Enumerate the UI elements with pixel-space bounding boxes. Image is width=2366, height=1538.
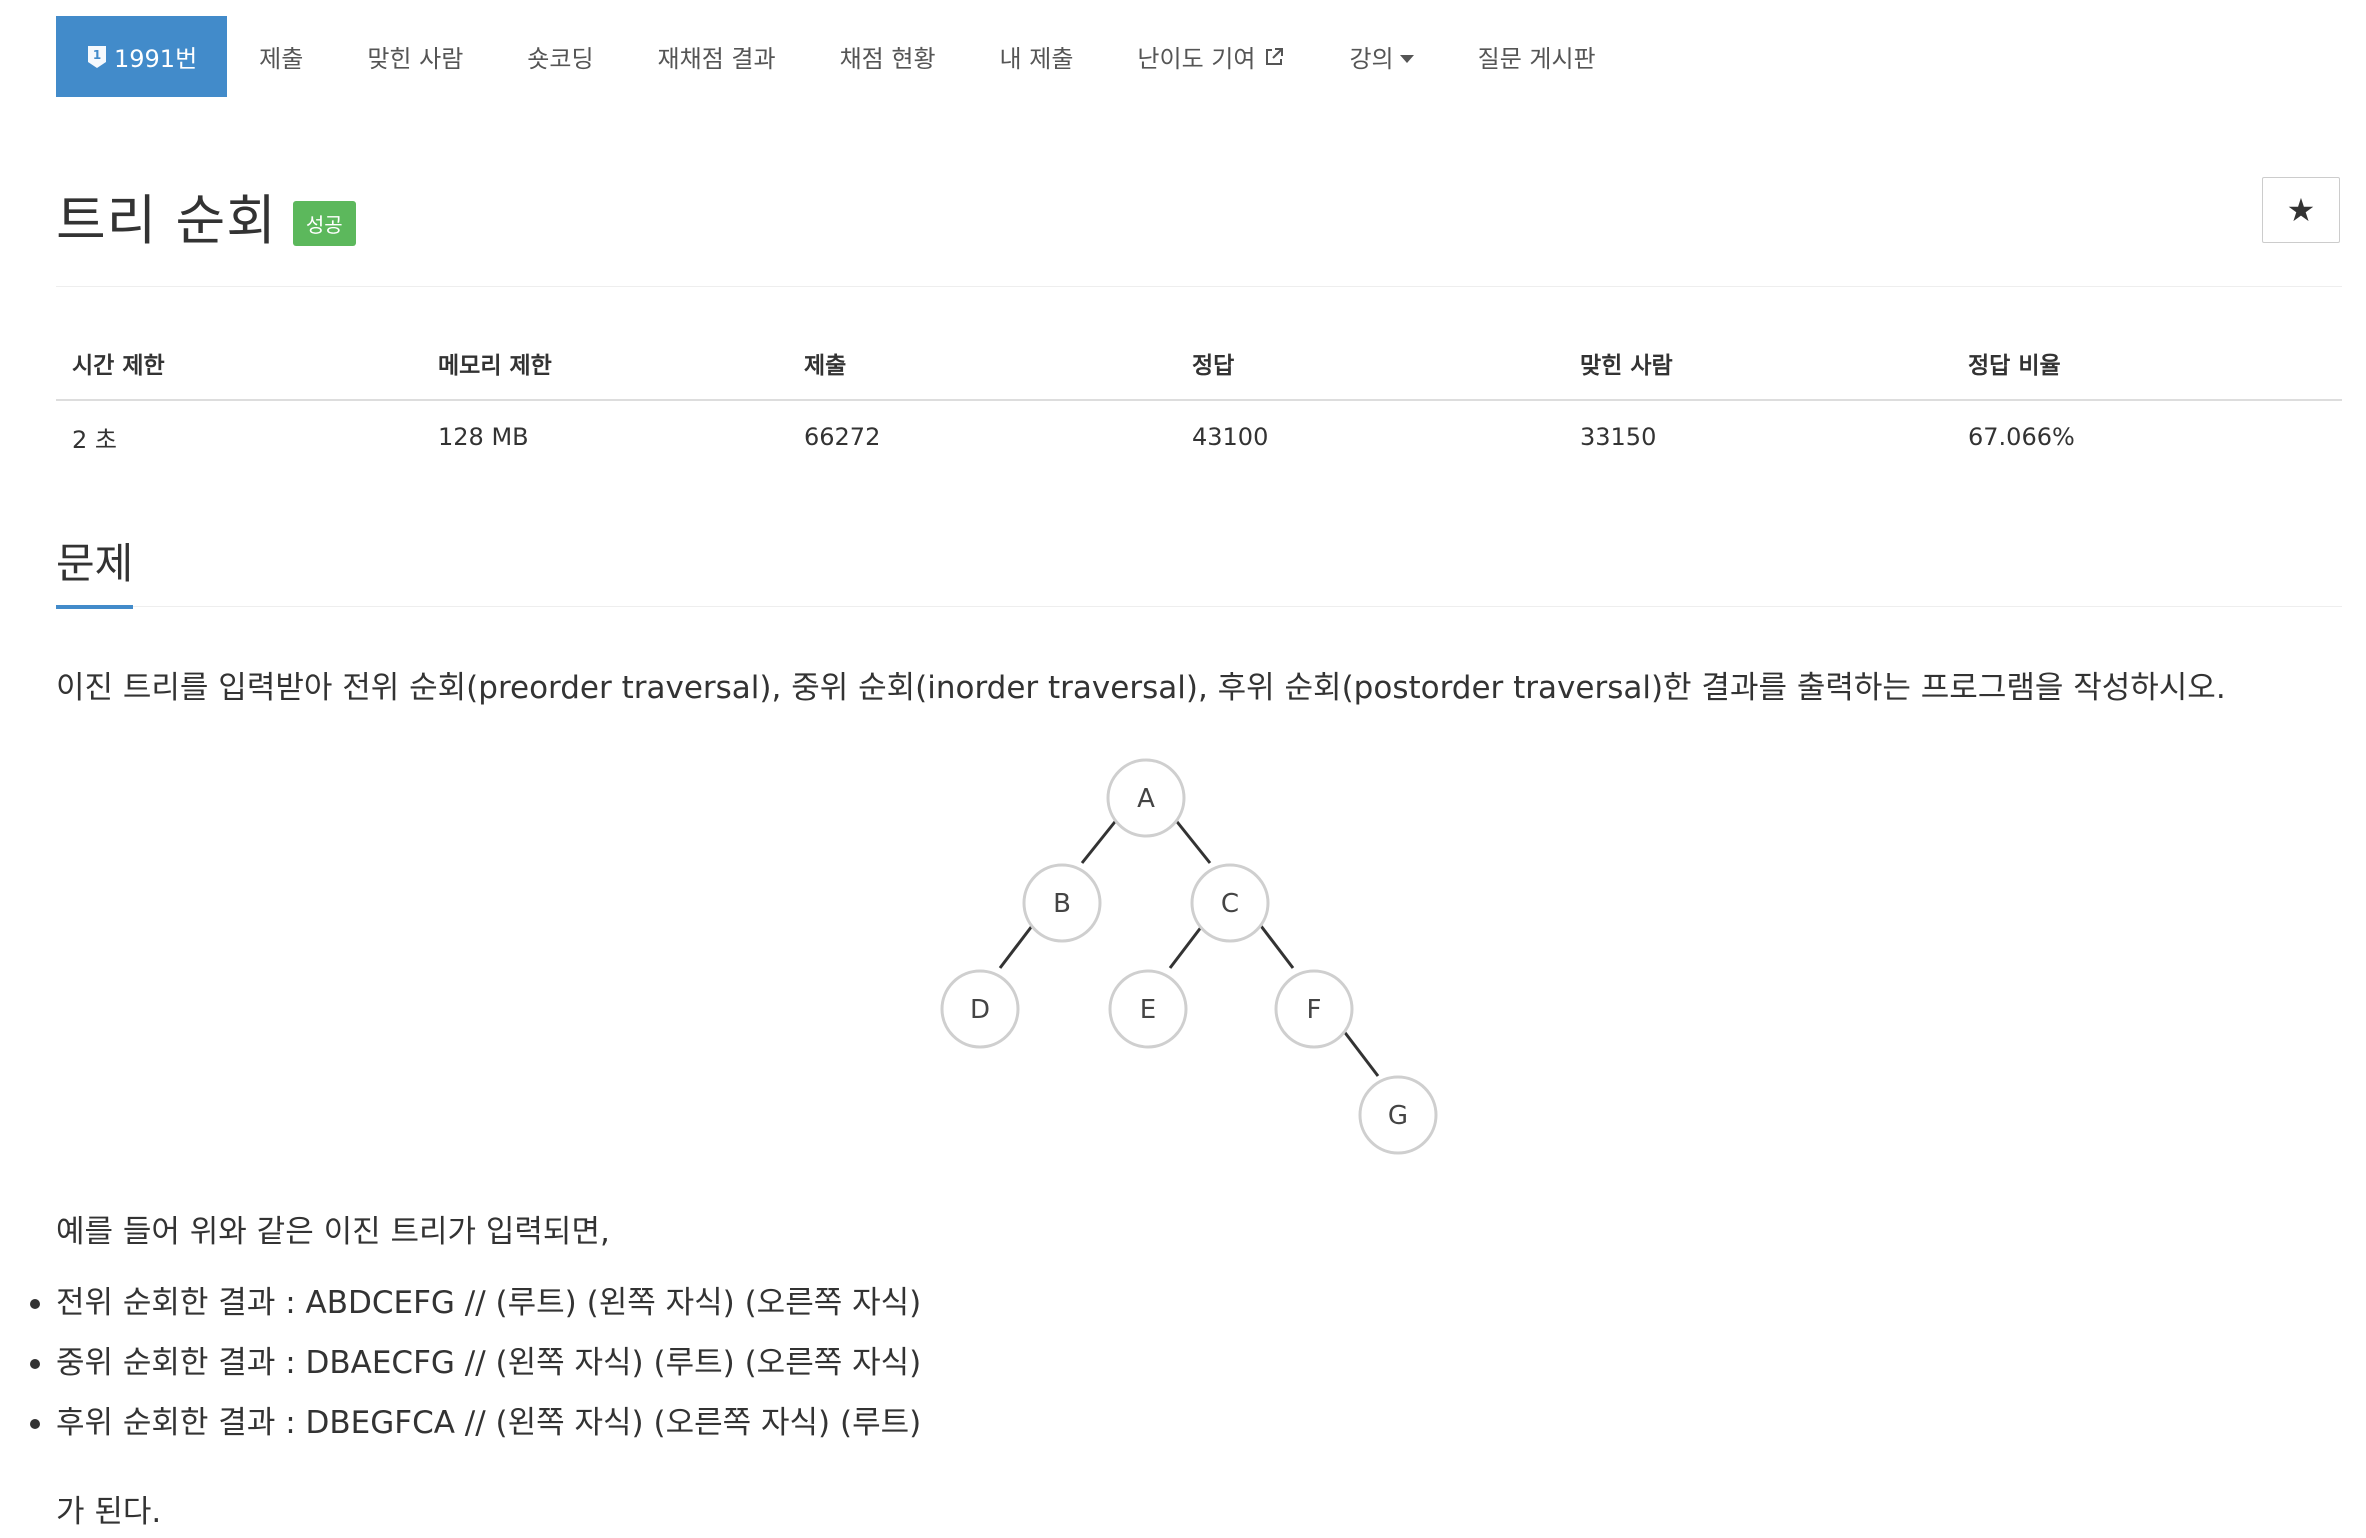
edge-c-f	[1256, 921, 1295, 969]
nav-lectures-label: 강의	[1349, 45, 1394, 73]
nav-submit[interactable]: 제출	[227, 16, 335, 97]
list-item-preorder: 전위 순회한 결과 : ABDCEFG // (루트) (왼쪽 자식) (오른쪽…	[29, 1282, 921, 1342]
nav-short-coding-label: 숏코딩	[527, 45, 594, 73]
nav-solved-users-label: 맞힌 사람	[367, 45, 464, 73]
external-link-icon	[1263, 46, 1285, 68]
value-memory-limit: 128 MB	[438, 423, 529, 451]
table-row: 2 초 128 MB 66272 43100 33150 67.066%	[56, 400, 2342, 473]
nav-submit-label: 제출	[259, 45, 304, 73]
level-badge-icon: 1	[86, 44, 108, 70]
edge-a-b	[1080, 817, 1120, 864]
value-accept-rate: 67.066%	[1968, 423, 2075, 451]
value-accepted: 43100	[1192, 423, 1269, 451]
nav-question-board[interactable]: 질문 게시판	[1446, 16, 1628, 97]
nav-my-submissions-label: 내 제출	[999, 45, 1074, 73]
edge-b-d	[998, 921, 1037, 969]
list-item-postorder: 후위 순회한 결과 : DBEGFCA // (왼쪽 자식) (오른쪽 자식) …	[29, 1402, 921, 1462]
problem-page: 1 1991번 제출 맞힌 사람 숏코딩 재채점 결과 채점 현황 내 제출 난…	[0, 0, 2366, 1538]
edge-a-c	[1172, 817, 1212, 864]
svg-text:1: 1	[93, 48, 101, 62]
node-b-label: B	[1053, 889, 1071, 919]
section-title: 문제	[56, 530, 134, 609]
node-a-label: A	[1137, 784, 1155, 814]
nav-rejudge-results-label: 재채점 결과	[657, 45, 776, 73]
nav-judge-status[interactable]: 채점 현황	[808, 16, 968, 97]
value-time-limit: 2 초	[72, 425, 117, 454]
problem-info-table: 시간 제한 메모리 제한 제출 정답 맞힌 사람 정답 비율 2 초 128 M…	[56, 330, 2342, 473]
star-icon: ★	[2286, 191, 2316, 229]
node-c-label: C	[1221, 889, 1239, 919]
nav-judge-status-label: 채점 현황	[839, 45, 936, 73]
traversal-list: 전위 순회한 결과 : ABDCEFG // (루트) (왼쪽 자식) (오른쪽…	[29, 1282, 921, 1462]
section-divider	[56, 606, 2342, 607]
value-submissions: 66272	[804, 423, 881, 451]
problem-number-label: 1991번	[114, 45, 198, 73]
nav-short-coding[interactable]: 숏코딩	[495, 16, 625, 97]
header-solved-users: 맞힌 사람	[1564, 330, 1952, 401]
nav-rejudge-results[interactable]: 재채점 결과	[626, 16, 808, 97]
edge-c-e	[1168, 921, 1207, 969]
header-submissions: 제출	[788, 330, 1176, 401]
nav-problem-number[interactable]: 1 1991번	[56, 16, 228, 97]
problem-title-row: 트리 순회 성공	[56, 176, 356, 255]
page-title: 트리 순회	[56, 189, 277, 252]
problem-description: 이진 트리를 입력받아 전위 순회(preorder traversal), 중…	[56, 670, 2226, 706]
example-intro: 예를 들어 위와 같은 이진 트리가 입력되면,	[56, 1214, 610, 1250]
problem-nav: 1 1991번 제출 맞힌 사람 숏코딩 재채점 결과 채점 현황 내 제출 난…	[56, 16, 1628, 97]
nav-lectures-dropdown[interactable]: 강의	[1317, 16, 1445, 97]
value-solved-users: 33150	[1580, 423, 1657, 451]
nav-difficulty-contribution-label: 난이도 기여	[1137, 45, 1256, 73]
nav-question-board-label: 질문 게시판	[1477, 45, 1596, 73]
status-badge: 성공	[292, 201, 356, 246]
node-e-label: E	[1140, 995, 1156, 1025]
header-memory-limit: 메모리 제한	[422, 330, 788, 401]
favorite-star-button[interactable]: ★	[2262, 177, 2340, 243]
problem-section-header: 문제	[56, 530, 2342, 609]
nav-solved-users[interactable]: 맞힌 사람	[335, 16, 495, 97]
node-f-label: F	[1307, 995, 1322, 1025]
caret-down-icon	[1399, 54, 1414, 63]
header-time-limit: 시간 제한	[56, 330, 422, 401]
result-text: 가 된다.	[56, 1494, 162, 1530]
edge-f-g	[1341, 1029, 1380, 1077]
nav-my-submissions[interactable]: 내 제출	[968, 16, 1106, 97]
node-g-label: G	[1388, 1101, 1408, 1131]
node-d-label: D	[970, 995, 990, 1025]
title-divider	[56, 286, 2342, 287]
nav-difficulty-contribution[interactable]: 난이도 기여	[1105, 16, 1317, 97]
table-header-row: 시간 제한 메모리 제한 제출 정답 맞힌 사람 정답 비율	[56, 330, 2342, 401]
list-item-inorder: 중위 순회한 결과 : DBAECFG // (왼쪽 자식) (루트) (오른쪽…	[29, 1342, 921, 1402]
binary-tree-figure: A B C D E F G	[930, 750, 1450, 1170]
header-accepted: 정답	[1176, 330, 1564, 401]
header-accept-rate: 정답 비율	[1952, 330, 2342, 401]
